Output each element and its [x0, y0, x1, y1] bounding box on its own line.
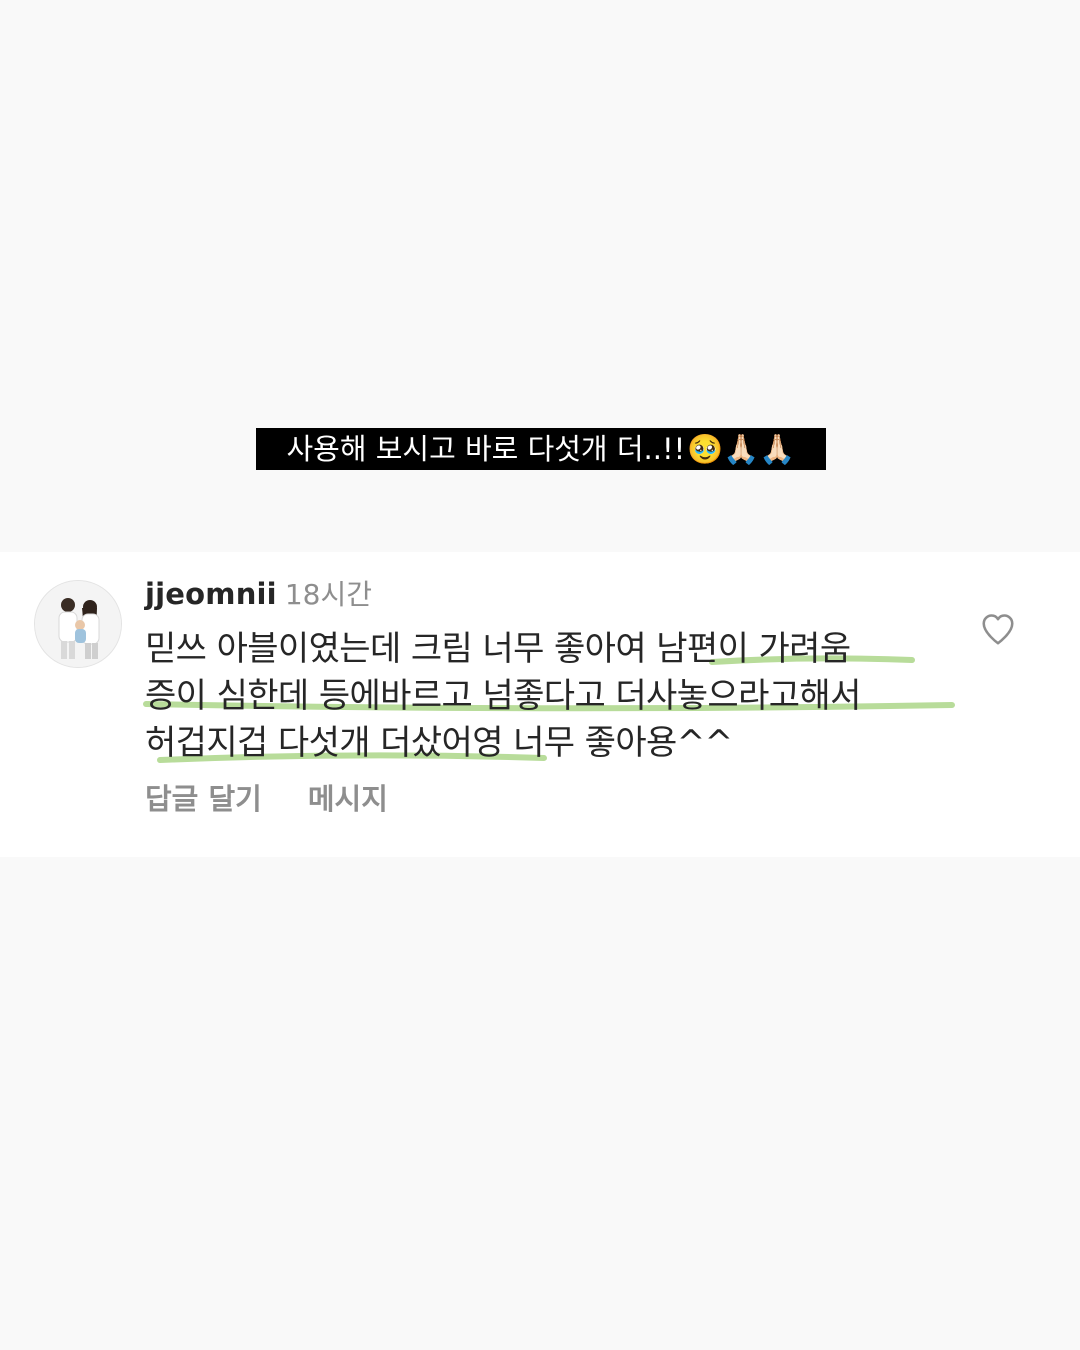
comment-card: jjeomnii 18시간 믿쓰 아블이였는데 크림 너무 좋아여 남편이 가려움…: [0, 552, 1080, 857]
caption-text: 사용해 보시고 바로 다섯개 더..!!: [286, 432, 686, 466]
comment-line-1: 믿쓰 아블이였는데 크림 너무 좋아여 남편이 가려움: [145, 629, 851, 669]
comment-actions: 답글 달기 메시지: [145, 776, 388, 822]
comment-line-2: 증이 심한데 등에바르고 넘좋다고 더사놓으라고해서: [145, 676, 861, 716]
caption-emojis: 🥹🙏🏻🙏🏻: [687, 432, 796, 466]
message-button[interactable]: 메시지: [308, 776, 388, 822]
caption-banner: 사용해 보시고 바로 다섯개 더..!!🥹🙏🏻🙏🏻: [256, 428, 826, 470]
username[interactable]: jjeomnii: [145, 577, 277, 611]
reply-button[interactable]: 답글 달기: [145, 776, 262, 822]
avatar[interactable]: [34, 580, 122, 668]
comment-line-3: 허겁지겁 다섯개 더샀어영 너무 좋아용^^: [145, 723, 733, 763]
comment-meta: jjeomnii 18시간: [145, 574, 372, 614]
comment-text: 믿쓰 아블이였는데 크림 너무 좋아여 남편이 가려움 증이 심한데 등에바르고…: [145, 626, 935, 767]
family-photo-avatar: [35, 581, 121, 667]
heart-outline-icon[interactable]: [979, 610, 1017, 648]
comment-time: 18시간: [284, 578, 372, 611]
